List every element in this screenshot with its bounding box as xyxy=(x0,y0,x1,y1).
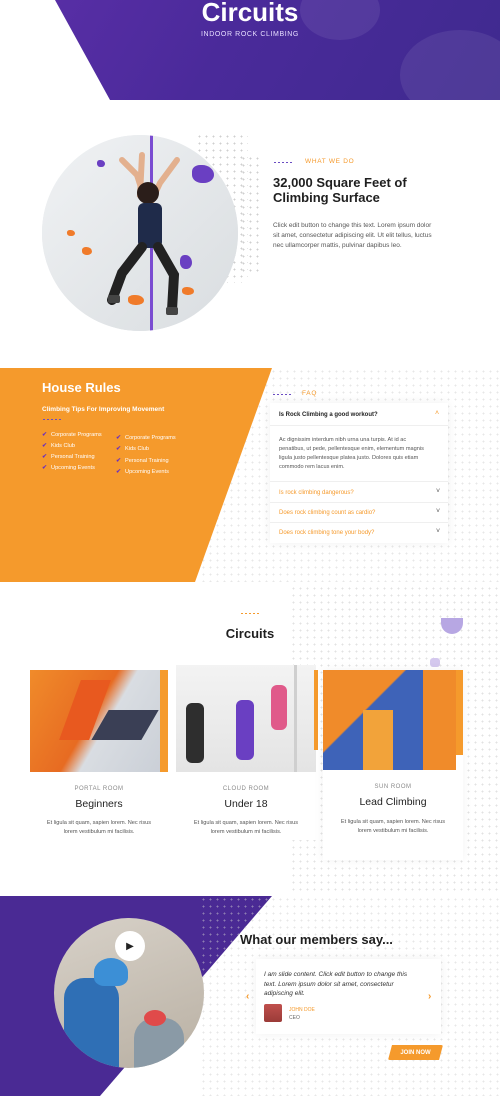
testimonials-title: What our members say... xyxy=(240,932,393,947)
testimonial-quote: I am slide content. Click edit button to… xyxy=(264,971,408,997)
accent-bar xyxy=(456,670,463,755)
eyebrow-dots xyxy=(272,393,292,396)
divider xyxy=(270,522,448,523)
climber-photo xyxy=(42,135,238,331)
chevron-right-icon[interactable]: › xyxy=(428,991,431,1002)
accent-bar xyxy=(314,670,318,750)
rule-item: ✔ Corporate Programs xyxy=(42,431,102,439)
hero-subtitle: INDOOR ROCK CLIMBING xyxy=(201,31,299,38)
chevron-down-icon[interactable]: ˅ xyxy=(436,508,440,515)
card-desc: Et ligula sit quam, sapien lorem. Nec ri… xyxy=(193,820,299,826)
faq-eyebrow: FAQ xyxy=(302,390,318,397)
circuit-card[interactable]: SUN ROOM Lead Climbing Et ligula sit qua… xyxy=(323,670,463,860)
about-heading-line1: 32,000 Square Feet of xyxy=(273,175,407,190)
rules-dots xyxy=(42,418,62,421)
circuits-title: Circuits xyxy=(225,626,275,641)
chevron-down-icon[interactable]: ˅ xyxy=(436,528,440,535)
chevron-up-icon[interactable]: ˄ xyxy=(435,410,439,417)
chevron-down-icon[interactable]: ˅ xyxy=(436,488,440,495)
rules-subtitle: Climbing Tips For Improving Movement xyxy=(42,406,165,413)
testimonial-card: I am slide content. Click edit button to… xyxy=(256,959,441,1034)
check-icon: ✔ xyxy=(42,454,48,460)
rule-item: ✔ Kids Club xyxy=(42,442,75,450)
circuit-photo xyxy=(176,665,316,772)
divider xyxy=(270,425,448,426)
circuit-photo xyxy=(30,670,168,772)
avatar xyxy=(264,1004,282,1022)
check-icon: ✔ xyxy=(42,432,48,438)
climbing-hold-decor xyxy=(430,658,440,667)
check-icon: ✔ xyxy=(116,458,122,464)
check-icon: ✔ xyxy=(116,446,122,452)
hero-banner: Circuits INDOOR ROCK CLIMBING xyxy=(0,0,500,100)
play-icon[interactable]: ▶ xyxy=(115,931,145,961)
circuit-photo xyxy=(323,670,456,770)
author-name: JOHN DOE xyxy=(289,1007,315,1013)
rule-item: ✔ Upcoming Events xyxy=(42,464,95,472)
card-room: CLOUD ROOM xyxy=(222,786,270,792)
circuit-card[interactable]: PORTAL ROOM Beginners Et ligula sit quam… xyxy=(30,670,168,840)
eyebrow-dots xyxy=(240,612,260,615)
card-room: PORTAL ROOM xyxy=(74,786,124,792)
check-icon: ✔ xyxy=(42,443,48,449)
author-role: CEO xyxy=(289,1015,300,1021)
rule-item: ✔ Kids Club xyxy=(116,445,149,453)
faq-question-open[interactable]: Is Rock Climbing a good workout? xyxy=(279,412,378,418)
check-icon: ✔ xyxy=(116,469,122,475)
hero-title: Circuits xyxy=(201,0,299,27)
join-now-button[interactable]: JOIN NOW xyxy=(388,1045,443,1060)
circuit-card[interactable]: CLOUD ROOM Under 18 Et ligula sit quam, … xyxy=(176,665,316,840)
eyebrow-dots xyxy=(273,161,293,164)
section-eyebrow: WHAT WE DO xyxy=(305,158,355,165)
card-desc: Et ligula sit quam, sapien lorem. Nec ri… xyxy=(340,819,446,825)
faq-answer: Ac dignissim interdum nibh urna una turp… xyxy=(279,437,407,443)
about-body: Click edit button to change this text. L… xyxy=(273,222,432,229)
card-room: SUN ROOM xyxy=(374,784,412,790)
rule-item: ✔ Corporate Programs xyxy=(116,434,176,442)
rules-title: House Rules xyxy=(42,380,121,395)
divider xyxy=(270,502,448,503)
rule-item: ✔ Personal Training xyxy=(116,457,169,465)
card-name: Beginners xyxy=(75,798,123,810)
card-name: Lead Climbing xyxy=(359,796,427,808)
faq-question[interactable]: Does rock climbing count as cardio? xyxy=(279,510,375,516)
check-icon: ✔ xyxy=(42,465,48,471)
card-name: Under 18 xyxy=(224,798,268,810)
dot-pattern xyxy=(240,155,260,275)
card-desc: lorem vestibulum mi facilisis. xyxy=(63,829,135,835)
card-desc: Et ligula sit quam, sapien lorem. Nec ri… xyxy=(46,820,152,826)
rule-item: ✔ Personal Training xyxy=(42,453,95,461)
faq-accordion: Is Rock Climbing a good workout? ˄ Ac di… xyxy=(270,403,448,543)
chevron-left-icon[interactable]: ‹ xyxy=(246,991,249,1002)
faq-question[interactable]: Does rock climbing tone your body? xyxy=(279,530,374,536)
about-body: sit amet, consectetur adipiscing elit. U… xyxy=(273,232,432,239)
about-body: nec ullamcorper mattis, pulvinar dapibus… xyxy=(273,242,402,249)
faq-answer: ligula justo pellentesque platea justo. … xyxy=(279,455,419,461)
divider xyxy=(270,481,448,482)
faq-question[interactable]: Is rock climbing dangerous? xyxy=(279,490,354,496)
card-desc: lorem vestibulum mi facilisis. xyxy=(210,829,282,835)
faq-answer: penatibus, ut pede, pellentesque enim, e… xyxy=(279,446,424,452)
about-heading-line2: Climbing Surface xyxy=(273,190,380,205)
faq-answer: commodo rem lacus enim. xyxy=(279,464,345,470)
card-desc: lorem vestibulum mi facilisis. xyxy=(357,828,429,834)
check-icon: ✔ xyxy=(116,435,122,441)
rule-item: ✔ Upcoming Events xyxy=(116,468,169,476)
